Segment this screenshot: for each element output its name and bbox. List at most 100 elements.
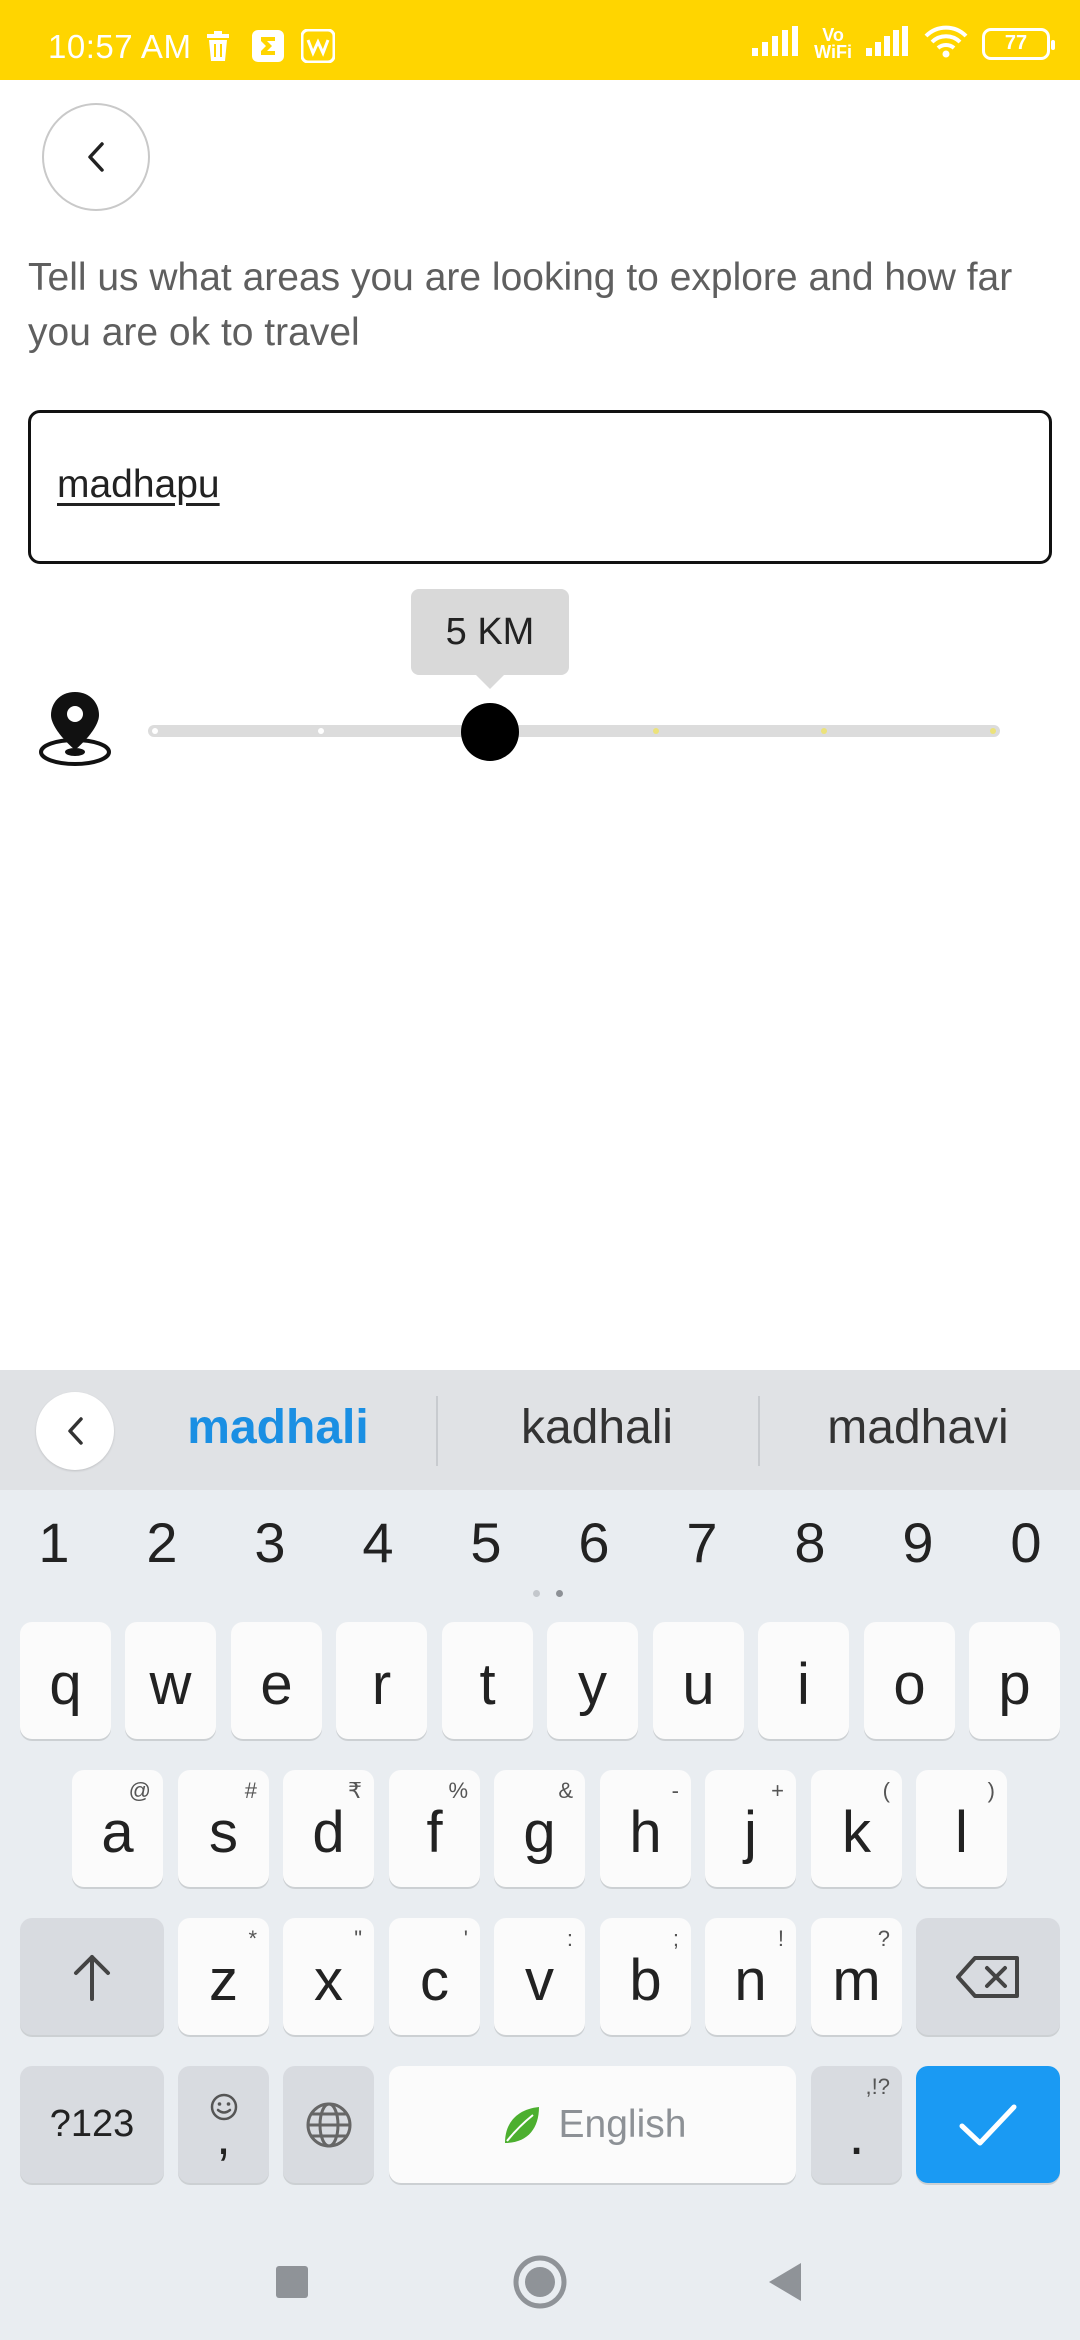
key-alt-label: (: [882, 1778, 890, 1803]
key-label: n: [734, 1948, 767, 2013]
signal-icon: [752, 26, 800, 61]
key-alt-label: *: [248, 1926, 257, 1951]
key-z[interactable]: * z: [178, 1918, 269, 2035]
leaf-icon: [504, 2106, 539, 2143]
suggestion-item[interactable]: madhali: [128, 1400, 428, 1455]
key-p[interactable]: p: [969, 1622, 1060, 1739]
key-f[interactable]: % f: [389, 1770, 480, 1887]
key-y[interactable]: y: [547, 1622, 638, 1739]
key-label: l: [955, 1800, 968, 1865]
distance-slider-thumb[interactable]: [460, 703, 519, 761]
suggestion-bar: madhali kadhali madhavi: [0, 1370, 1080, 1490]
area-input-value[interactable]: madhapu: [57, 463, 220, 507]
key-i[interactable]: i: [758, 1622, 849, 1739]
emoji-comma-key[interactable]: ,: [178, 2066, 269, 2183]
keyboard-page-indicator: [533, 1590, 563, 1597]
key-q[interactable]: q: [20, 1622, 111, 1739]
key-e[interactable]: e: [231, 1622, 322, 1739]
suggestion-item[interactable]: madhavi: [768, 1400, 1068, 1455]
back-button[interactable]: [42, 103, 150, 211]
key-alt-label: ): [987, 1778, 995, 1803]
globe-icon: [306, 2102, 351, 2147]
keyboard: madhali kadhali madhavi 1 2 3 4 5 6 7 8 …: [0, 1370, 1080, 2340]
slider-tick: [653, 728, 659, 734]
system-icons: Vo WiFi 77: [752, 24, 1055, 63]
enter-button[interactable]: [916, 2066, 1060, 2183]
key-7[interactable]: 7: [648, 1510, 756, 1575]
key-6[interactable]: 6: [540, 1510, 648, 1575]
key-g[interactable]: & g: [494, 1770, 585, 1887]
key-label: k: [842, 1800, 871, 1865]
key-r[interactable]: r: [336, 1622, 427, 1739]
square-icon: [276, 2266, 308, 2298]
key-b[interactable]: ; b: [600, 1918, 691, 2035]
key-5[interactable]: 5: [432, 1510, 540, 1575]
slider-tick: [318, 728, 324, 734]
key-0[interactable]: 0: [972, 1510, 1080, 1575]
key-label: r: [371, 1652, 392, 1717]
key-alt-label: ;: [672, 1926, 679, 1951]
notification-icons: [200, 28, 336, 64]
key-d[interactable]: ₹ d: [283, 1770, 374, 1887]
shift-button[interactable]: [20, 1918, 164, 2035]
backspace-button[interactable]: [916, 1918, 1060, 2035]
language-button[interactable]: [283, 2066, 374, 2183]
key-label: a: [101, 1800, 134, 1865]
distance-slider-track[interactable]: [148, 725, 1000, 737]
period-key[interactable]: ,!? .: [811, 2066, 902, 2183]
key-4[interactable]: 4: [324, 1510, 432, 1575]
area-search-input[interactable]: madhapu: [28, 410, 1052, 564]
key-alt-label: ₹: [348, 1778, 362, 1803]
key-c[interactable]: ' c: [389, 1918, 480, 2035]
page-dot: [556, 1590, 563, 1597]
suggestion-collapse-button[interactable]: [36, 1392, 114, 1470]
key-label: y: [578, 1652, 607, 1717]
slider-tick: [821, 728, 827, 734]
period-label: .: [848, 2102, 865, 2167]
location-pin-icon: [36, 688, 114, 768]
key-label: h: [629, 1800, 662, 1865]
key-label: z: [209, 1948, 238, 2013]
trash-icon: [200, 28, 236, 64]
backspace-icon: [956, 1955, 1019, 1998]
suggestion-item[interactable]: kadhali: [447, 1400, 747, 1455]
chevron-left-icon: [68, 1417, 83, 1445]
space-label: English: [558, 2102, 687, 2146]
key-t[interactable]: t: [442, 1622, 533, 1739]
key-label: o: [893, 1652, 926, 1717]
key-s[interactable]: # s: [178, 1770, 269, 1887]
space-bar[interactable]: English: [389, 2066, 796, 2183]
back-nav-button[interactable]: [750, 2247, 820, 2317]
key-x[interactable]: " x: [283, 1918, 374, 2035]
key-k[interactable]: (k: [811, 1770, 902, 1887]
key-8[interactable]: 8: [756, 1510, 864, 1575]
recents-button[interactable]: [257, 2247, 327, 2317]
home-button[interactable]: [505, 2247, 575, 2317]
key-m[interactable]: ? m: [811, 1918, 902, 2035]
key-a[interactable]: @ a: [72, 1770, 163, 1887]
system-nav-bar: [0, 2225, 1080, 2340]
key-alt-label: %: [448, 1778, 468, 1803]
wps-app-icon: [300, 28, 336, 64]
triangle-back-icon: [769, 2263, 801, 2301]
key-alt-label: +: [771, 1778, 784, 1803]
symbols-button[interactable]: ?123: [20, 2066, 164, 2183]
key-u[interactable]: u: [653, 1622, 744, 1739]
suggestion-divider: [758, 1396, 760, 1466]
key-h[interactable]: -h: [600, 1770, 691, 1887]
comma-label: ,: [216, 2107, 231, 2166]
key-3[interactable]: 3: [216, 1510, 324, 1575]
key-v[interactable]: :v: [494, 1918, 585, 2035]
key-o[interactable]: o: [864, 1622, 955, 1739]
key-w[interactable]: w: [125, 1622, 216, 1739]
key-j[interactable]: + j: [705, 1770, 796, 1887]
key-label: i: [797, 1652, 810, 1717]
status-bar: 10:57 AM Vo WiFi 77: [0, 0, 1080, 80]
key-n[interactable]: ! n: [705, 1918, 796, 2035]
key-2[interactable]: 2: [108, 1510, 216, 1575]
key-l[interactable]: ) l: [916, 1770, 1007, 1887]
key-alt-label: :: [566, 1926, 573, 1951]
key-alt-label: -: [671, 1778, 679, 1803]
key-9[interactable]: 9: [864, 1510, 972, 1575]
key-1[interactable]: 1: [0, 1510, 108, 1575]
